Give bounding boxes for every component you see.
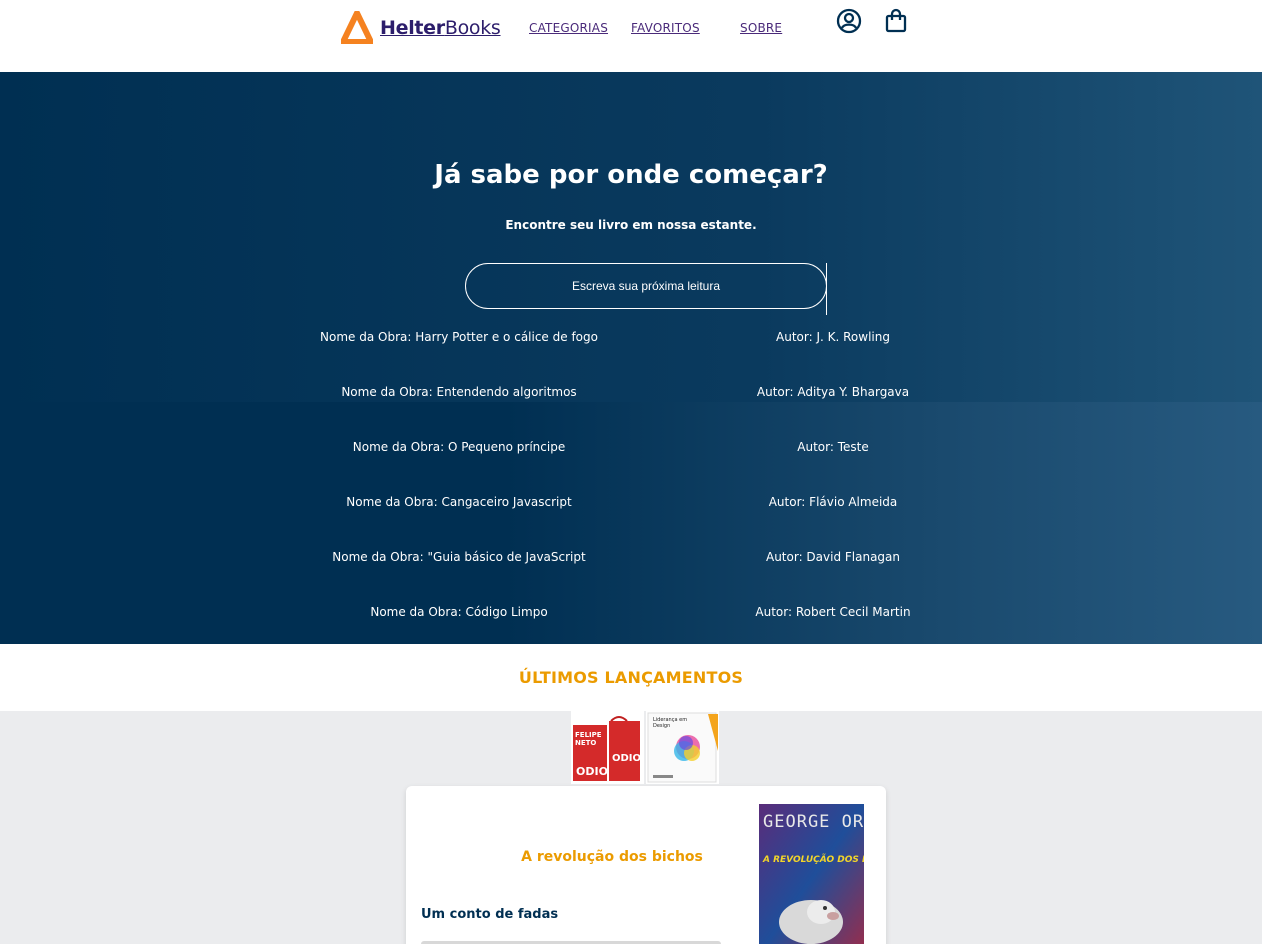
nav-sobre[interactable]: SOBRE bbox=[740, 21, 782, 35]
brand-name: HelterBooks bbox=[380, 17, 501, 39]
search-result-row[interactable]: Nome da Obra: Entendendo algoritmos Auto… bbox=[0, 385, 1262, 405]
hero-subtitle: Encontre seu livro em nossa estante. bbox=[505, 218, 757, 232]
featured-book-cover[interactable]: GEORGE ORWELL A REVOLUÇÃO DOS BICHOS bbox=[759, 804, 864, 944]
search-result-row[interactable]: Nome da Obra: O Pequeno príncipe Autor: … bbox=[0, 440, 1262, 460]
site-header: HelterBooks CATEGORIAS FAVORITOS SOBRE bbox=[0, 0, 1262, 72]
nav-categorias[interactable]: CATEGORIAS bbox=[529, 21, 608, 35]
result-author: Autor: Flávio Almeida bbox=[768, 495, 898, 509]
svg-text:ODIO: ODIO bbox=[576, 765, 608, 778]
brand-name-light: Books bbox=[444, 16, 501, 39]
result-title: Nome da Obra: O Pequeno príncipe bbox=[352, 440, 566, 454]
search-result-row[interactable]: Nome da Obra: Cangaceiro Javascript Auto… bbox=[0, 495, 1262, 515]
result-author: Autor: Robert Cecil Martin bbox=[755, 605, 911, 619]
result-title: Nome da Obra: Entendendo algoritmos bbox=[341, 385, 577, 399]
brand-name-bold: Helter bbox=[380, 16, 445, 39]
search-result-row[interactable]: Nome da Obra: Harry Potter e o cálice de… bbox=[0, 330, 1262, 350]
search-result-row[interactable]: Nome da Obra: "Guia básico de JavaScript… bbox=[0, 550, 1262, 570]
result-title: Nome da Obra: "Guia básico de JavaScript bbox=[332, 550, 586, 564]
search-result-row[interactable]: Nome da Obra: Código Limpo Autor: Robert… bbox=[0, 605, 1262, 625]
result-title: Nome da Obra: Código Limpo bbox=[370, 605, 548, 619]
shopping-bag-icon[interactable] bbox=[883, 8, 909, 34]
svg-text:Design: Design bbox=[653, 723, 670, 729]
releases-section-title: ÚLTIMOS LANÇAMENTOS bbox=[518, 668, 744, 687]
search-hero: Já sabe por onde começar? Encontre seu l… bbox=[0, 72, 1262, 644]
svg-text:FELIPE: FELIPE bbox=[575, 731, 602, 739]
svg-text:GEORGE ORWELL: GEORGE ORWELL bbox=[763, 812, 864, 832]
search-input[interactable] bbox=[465, 263, 827, 309]
result-author: Autor: J. K. Rowling bbox=[776, 330, 890, 344]
svg-text:NETO: NETO bbox=[575, 739, 596, 747]
text-cursor bbox=[826, 263, 827, 315]
leadership-book-thumb[interactable]: Liderança em Design bbox=[646, 711, 719, 784]
nav-favoritos[interactable]: FAVORITOS bbox=[631, 21, 700, 35]
svg-text:A REVOLUÇÃO DOS BICHOS: A REVOLUÇÃO DOS BICHOS bbox=[762, 854, 864, 865]
featured-book-description bbox=[421, 937, 741, 944]
hero-title: Já sabe por onde começar? bbox=[434, 160, 828, 190]
result-author: Autor: Aditya Y. Bhargava bbox=[756, 385, 910, 399]
result-title: Nome da Obra: Cangaceiro Javascript bbox=[346, 495, 572, 509]
logo-triangle-icon bbox=[341, 11, 373, 44]
featured-book-card[interactable]: A revolução dos bichos Um conto de fadas… bbox=[406, 786, 886, 944]
releases-gallery: FELIPE NETO ODIO ODIO Liderança em Desig… bbox=[0, 711, 1262, 944]
result-author: Autor: David Flanagan bbox=[765, 550, 901, 564]
user-icon[interactable] bbox=[836, 8, 862, 34]
odio-book-thumb[interactable]: FELIPE NETO ODIO ODIO bbox=[571, 711, 644, 784]
featured-book-title: A revolução dos bichos bbox=[521, 849, 703, 865]
result-author: Autor: Teste bbox=[797, 440, 869, 454]
svg-text:ODIO: ODIO bbox=[612, 753, 641, 764]
brand-logo-link[interactable]: HelterBooks bbox=[341, 11, 501, 44]
result-title: Nome da Obra: Harry Potter e o cálice de… bbox=[320, 330, 598, 344]
featured-book-subtitle: Um conto de fadas bbox=[421, 907, 559, 922]
